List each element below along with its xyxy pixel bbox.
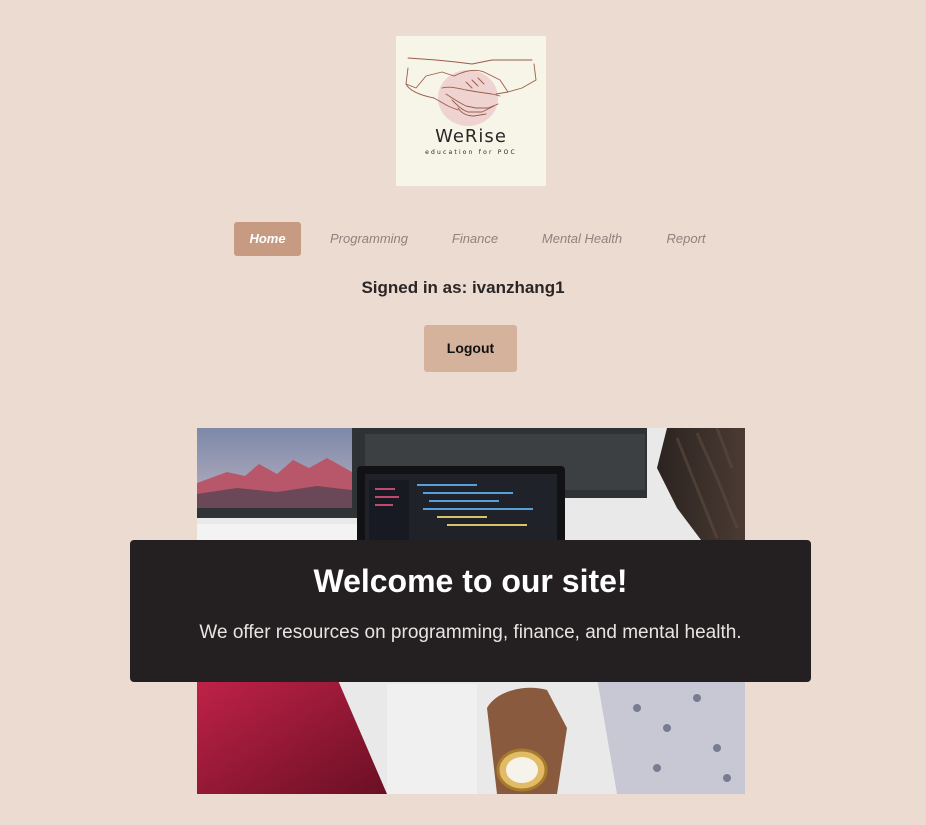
logo-title: WeRise: [435, 126, 507, 147]
welcome-title: Welcome to our site!: [313, 563, 628, 599]
nav-item-programming[interactable]: Programming: [318, 222, 420, 256]
site-logo[interactable]: WeRise education for POC: [396, 36, 546, 186]
welcome-banner: Welcome to our site! We offer resources …: [130, 540, 811, 682]
nav-item-mental-health[interactable]: Mental Health: [530, 222, 634, 256]
handshake-icon: [405, 57, 537, 126]
nav-item-finance[interactable]: Finance: [440, 222, 510, 256]
logout-button[interactable]: Logout: [424, 325, 517, 372]
nav-item-home[interactable]: Home: [234, 222, 301, 256]
main-nav: Home Programming Finance Mental Health R…: [0, 222, 926, 256]
signed-in-status: Signed in as: ivanzhang1: [361, 278, 565, 297]
page: WeRise education for POC Home Programmin…: [0, 0, 926, 825]
welcome-subtitle: We offer resources on programming, finan…: [199, 622, 742, 643]
nav-item-report[interactable]: Report: [656, 222, 716, 256]
logo-subtitle: education for POC: [425, 149, 517, 156]
